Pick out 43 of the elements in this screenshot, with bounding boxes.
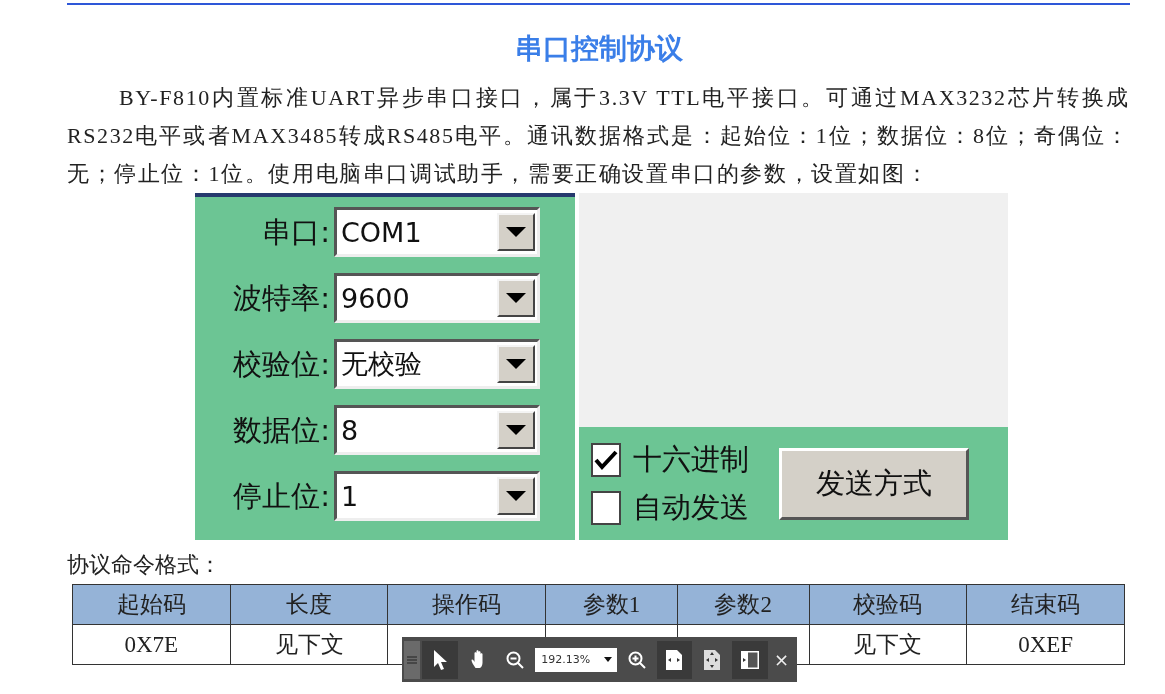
dropdown[interactable]: 无校验 [334,339,540,389]
field-label: 停止位: [232,478,330,515]
table-cell: 0X7E [72,624,231,665]
send-mode-button[interactable]: 发送方式 [779,447,969,520]
field-label: 校验位: [232,346,330,383]
paragraph: BY-F810内置标准UART异步串口接口，属于3.3V TTL电平接口。可通过MAX3232芯片转换成RS232电平或者MAX3485转成RS485电平。通讯数据格式是：起始位：1位；数据位：8位；奇偶位：无；停止位：1位。使用电脑串口调试助手，需要正确设置串口的参数，设置如图： [67,84,1130,188]
zoom-out-icon [506,650,525,669]
dropdown[interactable]: 1 [334,471,540,521]
dropdown[interactable]: 9600 [334,273,540,323]
column-header: 参数2 [677,584,810,625]
table-cell: 见下文 [230,624,388,665]
column-header: 结束码 [966,584,1125,625]
table-cell: 0XEF [966,624,1125,665]
close-button[interactable]: × [769,649,794,670]
column-header: 校验码 [809,584,967,625]
column-header: 操作码 [387,584,546,625]
fit-width-button[interactable] [656,640,693,679]
field-label: 串口: [261,214,330,251]
column-header: 起始码 [72,584,231,625]
column-header: 长度 [230,584,388,625]
grip-icon[interactable] [404,640,420,679]
checkbox[interactable] [591,442,621,477]
field-label: 数据位: [232,412,330,449]
column-header: 参数1 [545,584,678,625]
fit-width-icon [665,648,684,671]
document-title: 串口控制协议 [513,31,684,67]
zoom-field[interactable]: 192.13% [535,647,617,672]
checkbox[interactable] [591,490,621,525]
hand-icon [470,650,485,669]
dropdown[interactable]: 8 [334,405,540,455]
field-label: 波特率: [232,280,330,317]
zoom-in-icon [627,650,646,669]
fit-page-icon [703,648,722,671]
table-cell: 见下文 [809,624,967,665]
table-caption: 协议命令格式： [67,551,222,579]
dropdown[interactable]: COM1 [334,207,540,257]
pointer-button[interactable] [421,640,458,679]
sidebar-button[interactable] [732,640,768,679]
pointer-icon [431,648,448,671]
sidebar-icon [740,649,761,670]
caret-icon[interactable] [603,657,612,662]
checkbox-label: 十六进制 [633,440,749,478]
checkbox-label: 自动发送 [633,488,749,526]
